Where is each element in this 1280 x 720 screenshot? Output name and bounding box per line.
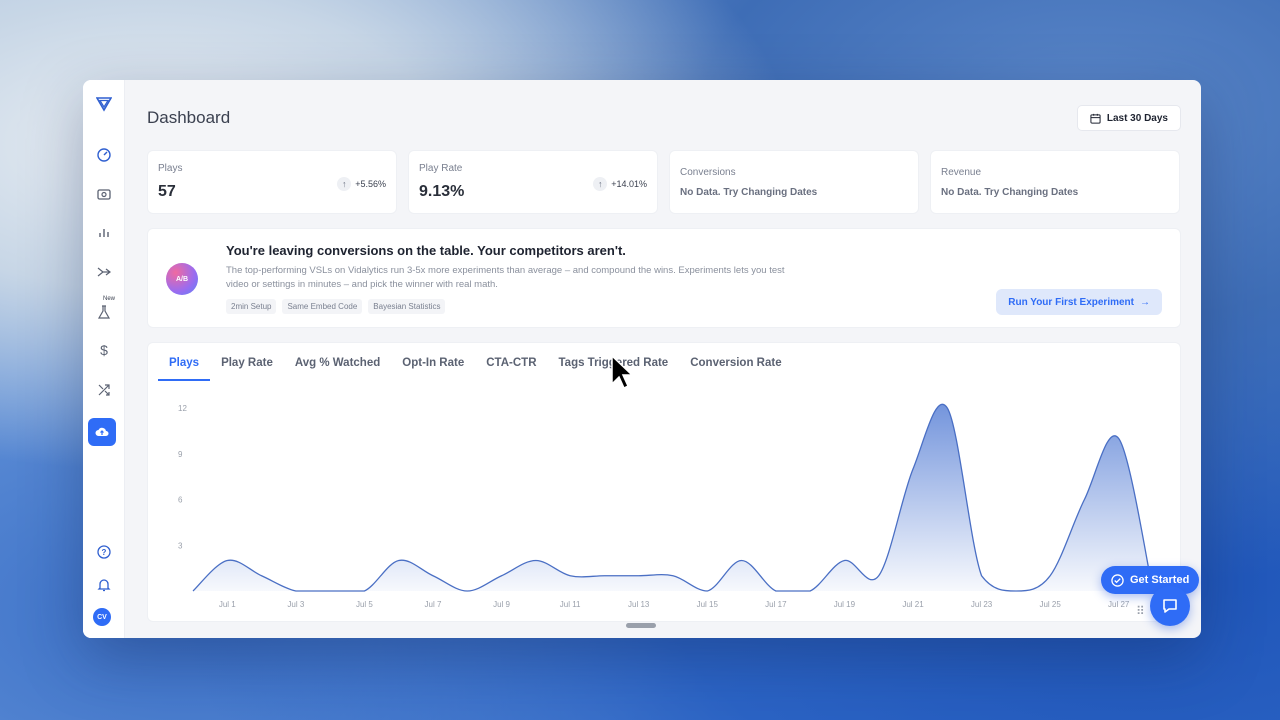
integrations-icon[interactable]	[92, 378, 116, 402]
tab-opt-in-rate[interactable]: Opt-In Rate	[391, 343, 475, 381]
dashboard-icon[interactable]	[92, 142, 116, 166]
chart-card: Plays Play Rate Avg % Watched Opt-In Rat…	[147, 342, 1181, 622]
stat-card-revenue: Revenue No Data. Try Changing Dates	[930, 150, 1180, 214]
get-started-label: Get Started	[1130, 574, 1190, 586]
stat-change-value: +14.01%	[611, 179, 647, 189]
tab-plays[interactable]: Plays	[158, 343, 211, 381]
x-tick-label: Jul 3	[287, 600, 304, 609]
stat-card-plays: Plays 57 ↑ +5.56%	[147, 150, 397, 214]
arrow-right-icon: →	[1140, 296, 1150, 308]
date-range-label: Last 30 Days	[1106, 112, 1168, 124]
stat-value: 57	[158, 183, 176, 200]
arrow-up-icon: ↑	[593, 177, 608, 191]
sidebar: New $ ? CV	[83, 80, 125, 638]
x-tick-label: Jul 15	[697, 600, 719, 609]
y-tick-label: 9	[178, 450, 183, 459]
x-tick-label: Jul 13	[628, 600, 650, 609]
run-experiment-label: Run Your First Experiment	[1008, 296, 1134, 308]
x-tick-label: Jul 23	[971, 600, 993, 609]
svg-text:?: ?	[102, 548, 107, 557]
help-icon[interactable]: ?	[92, 540, 116, 564]
stat-label: Revenue	[941, 167, 982, 178]
main-content: Dashboard Last 30 Days Plays 57 ↑ +5.56% …	[147, 80, 1181, 638]
calendar-icon	[1090, 113, 1101, 124]
metric-tabs: Plays Play Rate Avg % Watched Opt-In Rat…	[158, 343, 793, 381]
stat-label: Play Rate	[419, 163, 463, 174]
stat-no-data: No Data. Try Changing Dates	[941, 187, 1079, 198]
tab-play-rate[interactable]: Play Rate	[210, 343, 284, 381]
stat-change-value: +5.56%	[355, 179, 386, 189]
chat-icon	[1163, 599, 1177, 613]
stat-no-data: No Data. Try Changing Dates	[680, 187, 818, 198]
x-tick-label: Jul 17	[765, 600, 787, 609]
x-tick-label: Jul 9	[493, 600, 510, 609]
experiments-icon[interactable]	[92, 300, 116, 324]
check-circle-icon	[1111, 573, 1124, 587]
bell-icon[interactable]	[92, 573, 116, 597]
run-experiment-button[interactable]: Run Your First Experiment →	[996, 289, 1162, 315]
stat-label: Conversions	[680, 167, 736, 178]
stat-change: ↑ +5.56%	[337, 177, 386, 191]
videos-icon[interactable]	[92, 182, 116, 206]
upload-cloud-icon[interactable]	[88, 418, 116, 446]
tab-cta-ctr[interactable]: CTA-CTR	[475, 343, 547, 381]
tag: 2min Setup	[226, 299, 277, 314]
mouse-cursor	[611, 354, 634, 390]
ab-test-icon: A/B	[166, 263, 198, 295]
stat-label: Plays	[158, 163, 183, 174]
experiments-banner: A/B You're leaving conversions on the ta…	[147, 228, 1181, 328]
y-tick-label: 12	[178, 404, 187, 413]
banner-tags: 2min Setup Same Embed Code Bayesian Stat…	[226, 299, 446, 314]
get-started-button[interactable]: Get Started	[1101, 566, 1200, 594]
arrow-up-icon: ↑	[337, 177, 352, 191]
stat-change: ↑ +14.01%	[593, 177, 647, 191]
logo-icon[interactable]	[92, 92, 116, 116]
plays-line	[192, 403, 1154, 592]
x-tick-label: Jul 27	[1108, 600, 1130, 609]
tab-conversion-rate[interactable]: Conversion Rate	[679, 343, 792, 381]
y-tick-label: 3	[178, 541, 183, 550]
funnel-icon[interactable]	[92, 260, 116, 284]
stat-card-conversions: Conversions No Data. Try Changing Dates	[669, 150, 919, 214]
stat-card-play-rate: Play Rate 9.13% ↑ +14.01%	[408, 150, 658, 214]
page-title: Dashboard	[147, 108, 231, 127]
analytics-icon[interactable]	[92, 220, 116, 244]
chat-button[interactable]	[1150, 586, 1190, 626]
x-tick-label: Jul 11	[560, 600, 581, 609]
stat-value: 9.13%	[419, 183, 465, 200]
x-tick-label: Jul 21	[902, 600, 924, 609]
grid-dots-icon[interactable]: ⠿	[1136, 604, 1145, 618]
avatar[interactable]: CV	[93, 608, 111, 626]
x-tick-label: Jul 1	[219, 600, 236, 609]
x-tick-label: Jul 7	[425, 600, 442, 609]
resize-handle[interactable]	[626, 623, 656, 628]
x-tick-label: Jul 25	[1039, 600, 1061, 609]
y-tick-label: 6	[178, 496, 183, 505]
x-tick-label: Jul 5	[356, 600, 373, 609]
dollar-icon[interactable]: $	[92, 338, 116, 362]
plays-area	[193, 404, 1153, 591]
date-range-button[interactable]: Last 30 Days	[1076, 105, 1181, 131]
tab-avg-watched[interactable]: Avg % Watched	[284, 343, 391, 381]
tag: Same Embed Code	[282, 299, 363, 314]
x-tick-label: Jul 19	[834, 600, 856, 609]
banner-description: The top-performing VSLs on Vidalytics ru…	[226, 265, 785, 290]
tag: Bayesian Statistics	[368, 299, 446, 314]
app-window: New $ ? CV Dashboard Last 30 Days Plays …	[83, 80, 1201, 638]
banner-title: You're leaving conversions on the table.…	[226, 243, 626, 258]
new-badge: New	[103, 296, 116, 302]
plays-chart: 3 6 9 12 Jul 1 Jul 3 Jul 5 Jul 7 Jul 9 Jul 11 Jul…	[178, 403, 1154, 609]
